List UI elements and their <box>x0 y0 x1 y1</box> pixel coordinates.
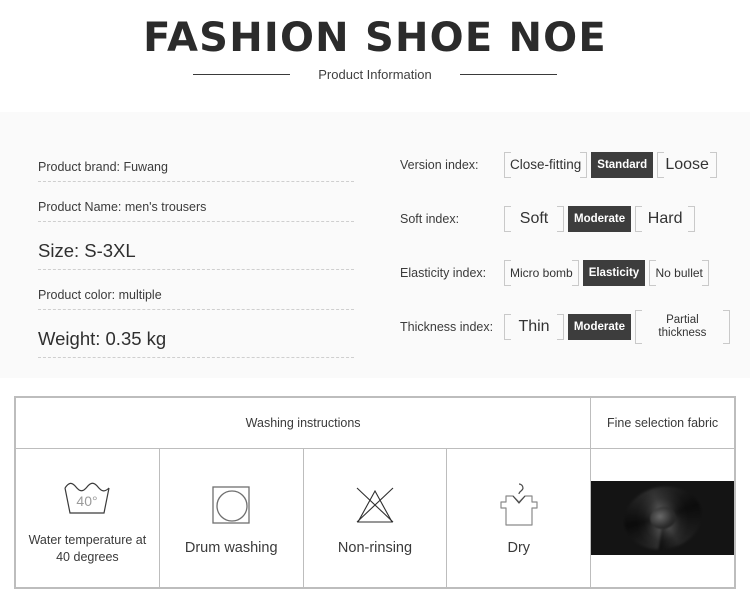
spec-text: Weight: 0.35 kg <box>38 328 167 349</box>
care-label: Water temperature at 40 degrees <box>28 533 147 564</box>
spec-text: Product color: multiple <box>38 288 162 302</box>
index-options-version: Close-fitting Standard Loose <box>504 152 718 178</box>
care-label: Dry <box>507 540 531 557</box>
option-micro-bomb[interactable]: Micro bomb <box>504 260 579 286</box>
option-close-fitting[interactable]: Close-fitting <box>504 152 588 178</box>
subtitle-text: Product Information <box>318 67 432 82</box>
index-list: Version index: Close-fitting Standard Lo… <box>400 138 730 354</box>
care-cell-dry: Dry <box>446 448 592 588</box>
care-cell-fabric-swatch <box>590 448 735 588</box>
dry-hanger-icon <box>493 477 545 533</box>
index-row-version: Version index: Close-fitting Standard Lo… <box>400 138 730 192</box>
care-label: Non-rinsing <box>337 540 413 557</box>
care-table-header-row: Washing instructions Fine selection fabr… <box>14 397 735 449</box>
wash-tub-40-icon: 40° <box>59 470 115 526</box>
spec-row-weight: Weight: 0.35 kg <box>38 310 354 358</box>
option-thin[interactable]: Thin <box>504 314 564 340</box>
index-label: Soft index: <box>400 212 460 226</box>
care-instructions-table: Washing instructions Fine selection fabr… <box>14 396 736 589</box>
specification-panel: Product brand: Fuwang Product Name: men'… <box>0 112 750 378</box>
option-moderate-selected[interactable]: Moderate <box>568 206 632 232</box>
spec-text: Product Name: men's trousers <box>38 200 207 214</box>
index-row-thickness: Thickness index: Thin Moderate Partial t… <box>400 300 730 354</box>
index-row-elasticity: Elasticity index: Micro bomb Elasticity … <box>400 246 730 300</box>
index-label: Version index: <box>400 158 479 172</box>
subtitle-rule-right <box>459 74 557 75</box>
option-elasticity-selected[interactable]: Elasticity <box>582 260 646 286</box>
spec-row-name: Product Name: men's trousers <box>38 182 354 222</box>
option-moderate-selected[interactable]: Moderate <box>568 314 631 340</box>
care-label: Drum washing <box>184 540 278 557</box>
care-header-washing: Washing instructions <box>14 397 592 449</box>
care-cell-water-temperature: 40° Water temperature at 40 degrees <box>15 448 160 588</box>
spec-row-brand: Product brand: Fuwang <box>38 142 354 182</box>
index-label: Thickness index: <box>400 320 494 334</box>
no-rinsing-icon <box>349 477 401 533</box>
option-loose[interactable]: Loose <box>657 152 718 178</box>
index-options-soft: Soft Moderate Hard <box>504 206 696 232</box>
care-cell-non-rinsing: Non-rinsing <box>302 448 448 588</box>
option-hard[interactable]: Hard <box>635 206 696 232</box>
option-soft[interactable]: Soft <box>504 206 564 232</box>
fabric-swatch-image <box>591 481 734 555</box>
index-label: Elasticity index: <box>400 266 487 280</box>
drum-washing-icon <box>207 477 255 533</box>
page-title: FASHION SHOE NOE <box>143 15 607 61</box>
spec-row-size: Size: S-3XL <box>38 222 354 270</box>
care-table-row: 40° Water temperature at 40 degrees Drum… <box>15 448 735 588</box>
subtitle-rule-left <box>193 74 291 75</box>
care-cell-drum-washing: Drum washing <box>158 448 304 588</box>
option-standard-selected[interactable]: Standard <box>591 152 654 178</box>
care-header-fabric: Fine selection fabric <box>590 397 735 449</box>
spec-text: Product brand: Fuwang <box>38 160 168 174</box>
index-options-thickness: Thin Moderate Partial thickness <box>504 310 730 344</box>
spec-row-color: Product color: multiple <box>38 270 354 310</box>
option-no-bullet[interactable]: No bullet <box>649 260 710 286</box>
index-options-elasticity: Micro bomb Elasticity No bullet <box>504 260 710 286</box>
spec-text: Size: S-3XL <box>38 240 136 261</box>
subtitle-row: Product Information <box>0 67 750 82</box>
option-partial-thickness[interactable]: Partial thickness <box>634 310 730 344</box>
wash-tub-temperature-text: 40° <box>77 493 98 509</box>
spec-list: Product brand: Fuwang Product Name: men'… <box>38 142 354 358</box>
page-header: FASHION SHOE NOE Product Information <box>0 0 750 110</box>
index-row-soft: Soft index: Soft Moderate Hard <box>400 192 730 246</box>
